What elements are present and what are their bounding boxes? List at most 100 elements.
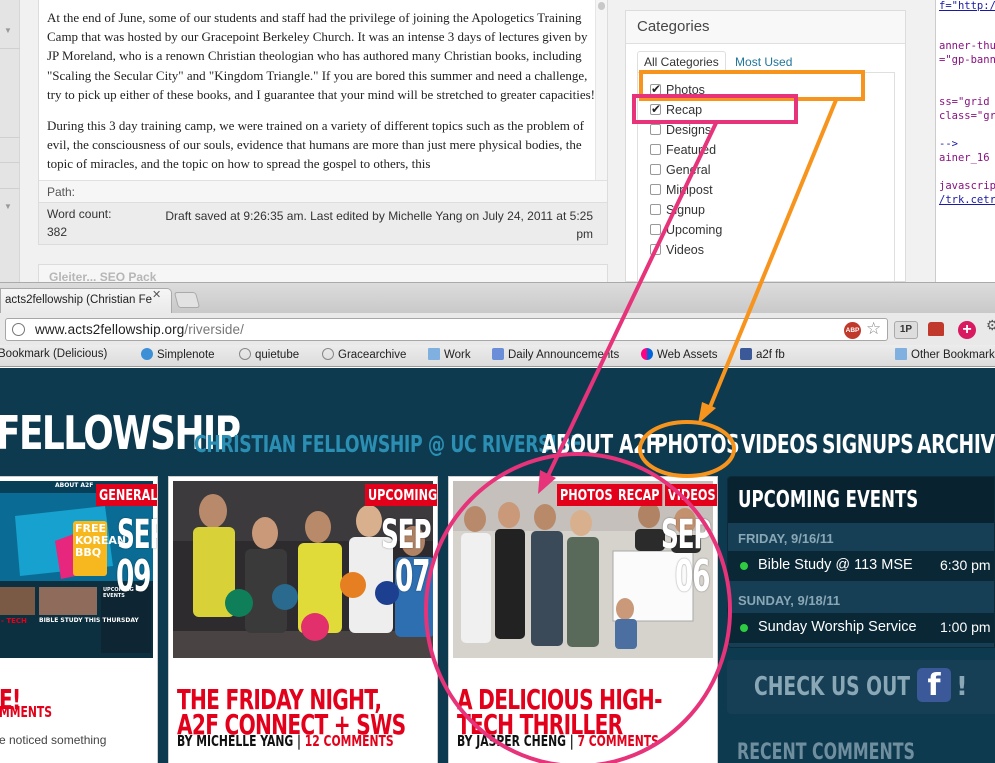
nav-signups[interactable]: SIGNUPS bbox=[822, 430, 914, 460]
category-label[interactable]: GENERAL bbox=[96, 484, 157, 506]
website-content: FELLOWSHIP CHRISTIAN FELLOWSHIP @ UC RIV… bbox=[0, 368, 995, 763]
category-option-recap[interactable]: Recap bbox=[650, 100, 894, 121]
bookmark-daily-announcements[interactable]: Daily Announcements bbox=[492, 348, 619, 361]
post-author: BY MICHELLE YANG bbox=[177, 732, 294, 750]
facebook-promo-widget[interactable]: CHECK US OUT ON f ! bbox=[727, 660, 995, 714]
category-checkbox[interactable] bbox=[650, 184, 661, 195]
code-line: ="gp-bann bbox=[939, 54, 995, 66]
chair-extension-icon[interactable] bbox=[928, 322, 944, 336]
categories-title: Categories bbox=[626, 11, 905, 44]
category-option-featured[interactable]: Featured bbox=[650, 141, 894, 161]
post-card[interactable]: FREE KOREAN BBQ BIBLE STUDY THIS THURSDAY … bbox=[0, 476, 158, 763]
wordpress-editor-screen: ▼ ▼ At the end of June, some of our stud… bbox=[0, 0, 995, 282]
category-checkbox[interactable] bbox=[650, 244, 661, 255]
wrench-icon[interactable]: ⚙ bbox=[986, 317, 995, 334]
add-extension-icon[interactable]: + bbox=[958, 321, 976, 339]
new-tab-button[interactable] bbox=[173, 292, 201, 308]
category-label[interactable]: RECAP bbox=[615, 484, 663, 506]
nav-videos[interactable]: VIDEOS bbox=[741, 430, 818, 460]
word-count-label: Word count: bbox=[47, 207, 112, 221]
globe-icon bbox=[239, 348, 251, 360]
nav-archives[interactable]: ARCHIVES bbox=[917, 430, 995, 460]
social-suffix: ! bbox=[956, 672, 968, 702]
editor-scrollbar[interactable] bbox=[595, 0, 607, 180]
bookmarks-bar: Bookmark (Delicious) Simplenote quietube… bbox=[0, 345, 995, 367]
nav-photos[interactable]: PHOTOS bbox=[654, 430, 740, 460]
post-title[interactable]: THE FRIDAY NIGHT, A2F CONNECT + SWS bbox=[177, 686, 415, 739]
collapse-arrow-icon[interactable]: ▼ bbox=[4, 26, 12, 35]
content-paragraph: At the end of June, some of our students… bbox=[47, 10, 595, 102]
categories-metabox: Categories All Categories Most Used Phot… bbox=[625, 10, 906, 282]
bookmark-quietube[interactable]: quietube bbox=[239, 348, 299, 361]
post-title[interactable]: A DELICIOUS HIGH-TECH THRILLER bbox=[457, 686, 695, 739]
globe-icon bbox=[322, 348, 334, 360]
address-bar[interactable]: www.acts2fellowship.org/riverside/ ABP ☆ bbox=[5, 318, 888, 341]
bookmark-delicious[interactable]: Bookmark (Delicious) bbox=[0, 348, 107, 360]
category-checkbox[interactable] bbox=[650, 80, 661, 98]
tab-most-used[interactable]: Most Used bbox=[729, 52, 798, 72]
draft-status-text: Draft saved at 9:26:35 am. Last edited b… bbox=[165, 209, 593, 241]
category-label: Photos bbox=[666, 83, 705, 97]
code-line: ainer_16 bbox=[939, 152, 990, 164]
event-date: SUNDAY, 9/18/11 bbox=[738, 593, 841, 608]
category-label: General bbox=[666, 163, 711, 177]
site-tagline: CHRISTIAN FELLOWSHIP @ UC RIVERSIDE bbox=[194, 432, 582, 458]
category-option-upcoming[interactable]: Upcoming bbox=[650, 221, 894, 241]
bowling-photo bbox=[173, 481, 433, 658]
post-thumbnail[interactable] bbox=[453, 481, 713, 658]
category-label: Upcoming bbox=[666, 223, 723, 237]
category-option-general[interactable]: General bbox=[650, 161, 894, 181]
post-card[interactable]: UPCOMING SEP 07 THE FRIDAY NIGHT, A2F CO… bbox=[168, 476, 438, 763]
bookmark-folder-work[interactable]: Work bbox=[428, 348, 471, 361]
code-line: /trk.cetr bbox=[939, 194, 995, 206]
close-icon[interactable]: ✕ bbox=[152, 288, 161, 301]
browser-tab[interactable]: acts2fellowship (Christian Fe bbox=[0, 288, 172, 314]
category-option-signup[interactable]: Signup bbox=[650, 201, 894, 221]
tab-title: acts2fellowship (Christian Fe bbox=[5, 294, 153, 306]
bookmark-other[interactable]: Other Bookmarks bbox=[895, 348, 995, 361]
bookmark-gracearchive[interactable]: Gracearchive bbox=[322, 348, 406, 361]
category-label: Featured bbox=[666, 143, 717, 157]
category-option-photos[interactable]: Photos bbox=[650, 80, 894, 101]
category-checkbox[interactable] bbox=[650, 100, 661, 118]
post-content-textarea[interactable]: At the end of June, some of our students… bbox=[47, 8, 595, 180]
collapse-arrow-icon[interactable]: ▼ bbox=[4, 202, 12, 211]
category-option-minipost[interactable]: Minipost bbox=[650, 181, 894, 201]
facebook-icon[interactable]: f bbox=[917, 668, 951, 703]
1password-extension-icon[interactable]: 1P bbox=[894, 321, 918, 339]
recent-comments-title: RECENT COMMENTS bbox=[737, 740, 915, 763]
category-label[interactable]: VIDEOS bbox=[665, 484, 717, 506]
post-editor: At the end of June, some of our students… bbox=[38, 0, 608, 245]
category-label[interactable]: UPCOMING bbox=[365, 484, 437, 506]
category-checkbox[interactable] bbox=[650, 164, 661, 175]
path-bar: Path: bbox=[39, 180, 607, 202]
url-text[interactable]: www.acts2fellowship.org/riverside/ bbox=[35, 322, 244, 337]
adblock-icon[interactable]: ABP bbox=[844, 322, 861, 339]
category-checkbox[interactable] bbox=[650, 224, 661, 235]
status-dot-icon bbox=[740, 624, 748, 632]
seo-pack-box-header[interactable]: Gleiter... SEO Pack bbox=[38, 264, 608, 282]
bookmark-star-icon[interactable]: ☆ bbox=[866, 319, 881, 339]
category-checkbox[interactable] bbox=[650, 204, 661, 215]
post-comments-link[interactable]: 7 COMMENTS bbox=[577, 732, 658, 750]
category-checkbox[interactable] bbox=[650, 144, 661, 155]
editor-status-bar: Word count: 382 Draft saved at 9:26:35 a… bbox=[39, 202, 607, 244]
category-label[interactable]: PHOTOS bbox=[557, 484, 616, 506]
post-thumbnail[interactable] bbox=[173, 481, 433, 658]
category-option-designs[interactable]: Designs bbox=[650, 121, 894, 141]
category-checkbox[interactable] bbox=[650, 124, 661, 135]
post-card[interactable]: PHOTOS RECAP VIDEOS SEP 06 A DELICIOUS H… bbox=[448, 476, 718, 763]
code-line: class="gr bbox=[939, 110, 995, 122]
post-byline: BY MICHELLE YANG | 12 COMMENTS bbox=[177, 732, 394, 750]
bookmark-a2f-fb[interactable]: a2f fb bbox=[740, 348, 785, 361]
post-comments-link[interactable]: 12 COMMENTS bbox=[305, 732, 394, 750]
source-code-pane: f="http://www.a anner-thum ="gp-bann ss=… bbox=[935, 0, 995, 282]
bookmark-simplenote[interactable]: Simplenote bbox=[141, 348, 215, 361]
tab-all-categories[interactable]: All Categories bbox=[637, 51, 726, 73]
category-option-videos[interactable]: Videos bbox=[650, 241, 894, 261]
bookmark-web-assets[interactable]: Web Assets bbox=[641, 348, 718, 361]
facebook-icon bbox=[740, 348, 752, 360]
event-row[interactable]: Sunday Worship Service 1:00 pm bbox=[728, 613, 994, 643]
nav-about[interactable]: ABOUT A2F bbox=[542, 430, 659, 460]
event-row[interactable]: Bible Study @ 113 MSE 6:30 pm bbox=[728, 551, 994, 581]
